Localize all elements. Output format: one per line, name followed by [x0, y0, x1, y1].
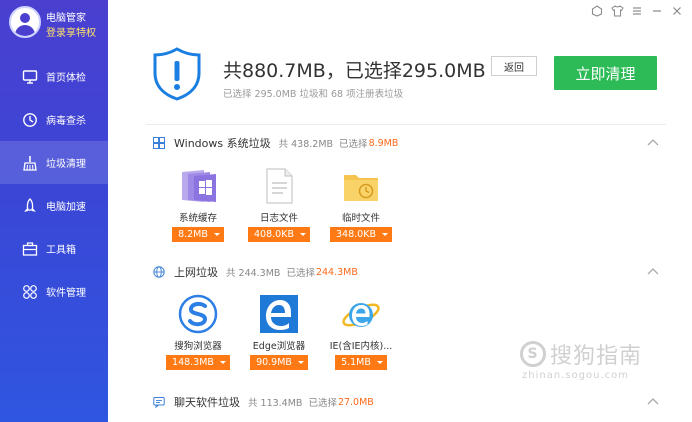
login-link[interactable]: 登录享特权: [46, 24, 96, 39]
software-icon: [22, 284, 38, 300]
section-header-windows: Windows 系统垃圾 共 438.2MB 已选择 8.9MB: [152, 134, 664, 152]
sidebar-item-label: 垃圾清理: [46, 159, 86, 170]
item-label: 系统缓存: [178, 213, 217, 224]
caret-down-icon: [381, 233, 388, 236]
chevron-up-icon[interactable]: [646, 265, 660, 279]
minimize-icon[interactable]: [648, 2, 666, 20]
divider: [146, 124, 666, 125]
ie-browser-icon: [342, 303, 380, 327]
size-value: 408.0KB: [254, 229, 294, 240]
sidebar: 电脑管家 登录享特权 首页体检 病毒查杀 垃圾清理 电脑加速 工具箱 软件管理: [0, 0, 108, 422]
section-selected-value: 244.3MB: [315, 266, 358, 278]
window-controls: [588, 2, 692, 20]
warning-shield-icon: [153, 47, 201, 101]
section-selected-value: 8.9MB: [368, 137, 399, 149]
size-dropdown[interactable]: 348.0KB: [330, 227, 392, 242]
list-item-temp-files[interactable]: 临时文件 348.0KB: [321, 166, 401, 242]
list-item-ie-browser[interactable]: IE(含IE内核)... 5.1MB: [321, 294, 401, 370]
section-selected-label: 已选择: [339, 139, 368, 150]
list-item-log-files[interactable]: 日志文件 408.0KB: [239, 166, 319, 242]
clean-now-button[interactable]: 立即清理: [554, 56, 657, 90]
caret-down-icon: [376, 361, 383, 364]
size-dropdown[interactable]: 90.9MB: [250, 355, 308, 370]
sogou-logo-icon: S: [520, 341, 546, 367]
sidebar-item-speedup[interactable]: 电脑加速: [0, 184, 108, 227]
menu-icon[interactable]: [628, 2, 646, 20]
watermark: S 搜狗指南 zhinan.sogou.com: [520, 338, 642, 381]
size-value: 348.0KB: [336, 229, 376, 240]
broom-icon: [22, 155, 38, 171]
section-header-web: 上网垃圾 共 244.3MB 已选择 244.3MB: [152, 263, 664, 281]
chevron-up-icon[interactable]: [646, 395, 660, 409]
caret-down-icon: [213, 233, 220, 236]
virus-scan-icon: [22, 112, 38, 128]
item-label: IE(含IE内核)...: [329, 341, 393, 352]
size-dropdown[interactable]: 408.0KB: [248, 227, 310, 242]
item-label: 临时文件: [341, 213, 380, 224]
size-dropdown[interactable]: 5.1MB: [335, 355, 387, 370]
chevron-up-icon[interactable]: [646, 136, 660, 150]
profile-area[interactable]: 电脑管家 登录享特权: [0, 0, 108, 48]
size-value: 5.1MB: [341, 357, 371, 368]
section-total: 共 438.2MB: [278, 139, 334, 150]
avatar[interactable]: [9, 6, 41, 38]
sidebar-item-label: 软件管理: [46, 288, 86, 299]
size-value: 90.9MB: [256, 357, 292, 368]
selection-summary: 已选择 295.0MB 垃圾和 68 项注册表垃圾: [223, 89, 404, 100]
rocket-icon: [22, 197, 38, 214]
globe-icon: [152, 265, 166, 279]
chat-icon: [152, 395, 166, 409]
size-dropdown[interactable]: 8.2MB: [172, 227, 224, 242]
sidebar-item-label: 首页体检: [46, 73, 86, 84]
windows-cache-icon: [182, 170, 216, 202]
sidebar-item-checkup[interactable]: 首页体检: [0, 55, 108, 98]
close-icon[interactable]: [668, 2, 686, 20]
section-total: 共 113.4MB: [248, 398, 303, 409]
list-item-edge-browser[interactable]: Edge浏览器 90.9MB: [239, 294, 319, 370]
item-label: 搜狗浏览器: [174, 341, 222, 352]
sidebar-item-toolbox[interactable]: 工具箱: [0, 227, 108, 270]
caret-down-icon: [219, 361, 226, 364]
list-item-sogou-browser[interactable]: 搜狗浏览器 148.3MB: [158, 294, 238, 370]
size-value: 148.3MB: [172, 357, 214, 368]
sidebar-nav: 首页体检 病毒查杀 垃圾清理 电脑加速 工具箱 软件管理: [0, 55, 108, 313]
section-selected-value: 27.0MB: [337, 396, 374, 408]
section-title: 聊天软件垃圾: [174, 396, 240, 409]
toolbox-icon: [22, 241, 38, 257]
watermark-url: zhinan.sogou.com: [522, 370, 630, 381]
sidebar-item-label: 电脑加速: [46, 202, 86, 213]
section-total: 共 244.3MB: [226, 268, 281, 279]
back-button[interactable]: 返回: [491, 56, 537, 76]
section-selected-label: 已选择: [308, 398, 337, 409]
windows-logo-icon: [152, 136, 166, 150]
skin-icon[interactable]: [588, 2, 606, 20]
section-selected-label: 已选择: [286, 268, 315, 279]
log-file-icon: [266, 168, 293, 204]
section-title: Windows 系统垃圾: [174, 137, 271, 150]
shirt-icon[interactable]: [608, 2, 626, 20]
sogou-browser-icon: [178, 294, 218, 334]
sidebar-item-software[interactable]: 软件管理: [0, 270, 108, 313]
list-item-system-cache[interactable]: 系统缓存 8.2MB: [158, 166, 238, 242]
caret-down-icon: [297, 361, 304, 364]
size-dropdown[interactable]: 148.3MB: [166, 355, 230, 370]
profile-name: 电脑管家: [46, 13, 86, 24]
sidebar-item-virus[interactable]: 病毒查杀: [0, 98, 108, 141]
size-value: 8.2MB: [178, 229, 208, 240]
page-title: 共880.7MB，已选择295.0MB: [223, 60, 486, 82]
item-label: 日志文件: [259, 213, 298, 224]
section-header-chat: 聊天软件垃圾 共 113.4MB 已选择 27.0MB: [152, 393, 664, 411]
sidebar-item-label: 病毒查杀: [46, 116, 86, 127]
sidebar-item-label: 工具箱: [46, 245, 76, 256]
caret-down-icon: [299, 233, 306, 236]
monitor-icon: [22, 69, 38, 85]
item-label: Edge浏览器: [252, 341, 306, 352]
edge-browser-icon: [260, 295, 298, 333]
section-title: 上网垃圾: [174, 266, 218, 279]
temp-folder-icon: [344, 175, 378, 201]
sidebar-item-cleanup[interactable]: 垃圾清理: [0, 141, 108, 184]
watermark-text: 搜狗指南: [550, 344, 643, 369]
